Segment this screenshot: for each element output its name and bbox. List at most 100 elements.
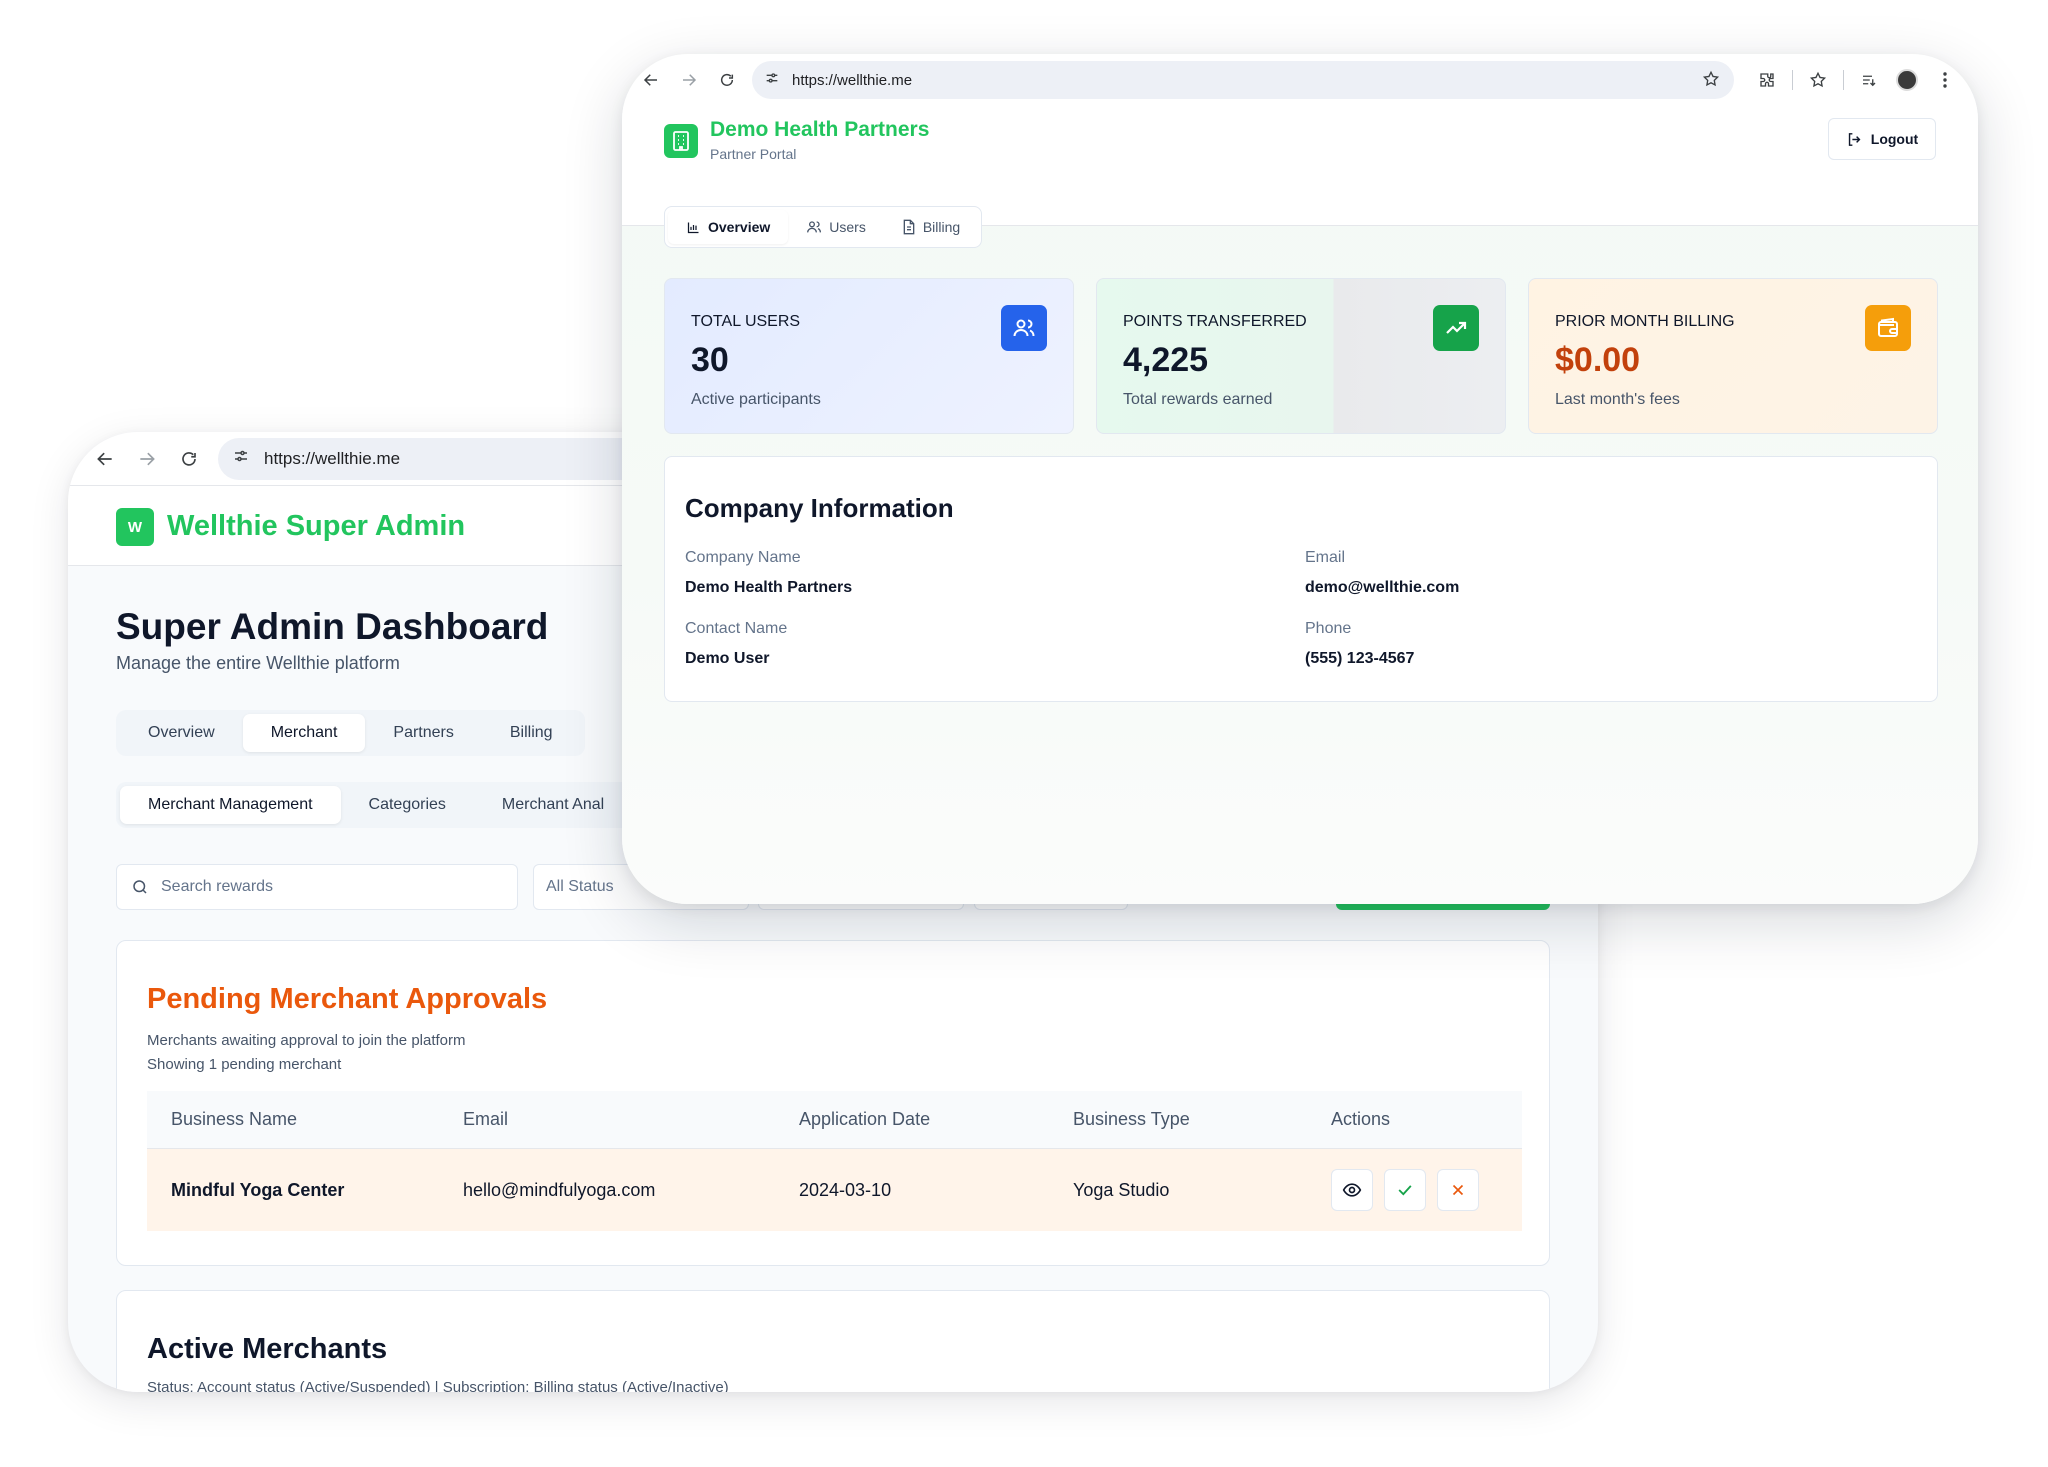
stat-card-points-transferred: POINTS TRANSFERRED 4,225 Total rewards e… xyxy=(1096,278,1506,434)
forward-icon[interactable] xyxy=(126,438,168,480)
close-icon xyxy=(1452,1184,1464,1196)
tab-label: Billing xyxy=(922,219,961,235)
stat-note: Last month's fees xyxy=(1555,391,1680,408)
column-header: Actions xyxy=(1331,1109,1391,1129)
reload-icon[interactable] xyxy=(168,438,210,480)
email-value: demo@wellthie.com xyxy=(1305,579,1460,596)
tab-overview[interactable]: Overview xyxy=(668,210,789,244)
logout-label: Logout xyxy=(1870,131,1919,147)
pending-title: Pending Merchant Approvals xyxy=(147,983,548,1015)
pending-approvals-card: Pending Merchant Approvals Merchants awa… xyxy=(116,940,1550,1266)
stat-note: Active participants xyxy=(691,391,821,408)
tab-merchant-management[interactable]: Merchant Management xyxy=(120,786,341,824)
search-input[interactable]: Search rewards xyxy=(116,864,518,910)
phone-label: Phone xyxy=(1305,620,1352,637)
tab-merchant[interactable]: Merchant xyxy=(242,714,366,752)
pending-table: Business Name Email Application Date Bus… xyxy=(147,1091,1522,1231)
business-type-cell: Yoga Studio xyxy=(1073,1179,1170,1200)
column-header: Business Name xyxy=(171,1109,298,1129)
view-button[interactable] xyxy=(1331,1169,1373,1211)
active-merchants-card: Active Merchants Status: Account status … xyxy=(116,1290,1550,1392)
tab-billing[interactable]: Billing xyxy=(482,714,581,752)
stat-label: POINTS TRANSFERRED xyxy=(1123,313,1307,330)
trending-up-icon xyxy=(1433,305,1479,351)
tab-billing[interactable]: Billing xyxy=(884,210,978,244)
contact-name-label: Contact Name xyxy=(685,620,788,637)
tab-merchant-analytics[interactable]: Merchant Anal xyxy=(474,786,632,824)
tab-overview[interactable]: Overview xyxy=(120,714,243,752)
column-header: Application Date xyxy=(799,1109,931,1129)
stat-value: 4,225 xyxy=(1123,341,1209,379)
tab-partners[interactable]: Partners xyxy=(365,714,481,752)
bookmark-star-icon[interactable] xyxy=(1702,70,1720,92)
stat-label: TOTAL USERS xyxy=(691,313,801,330)
wallet-icon xyxy=(1865,305,1911,351)
eye-icon xyxy=(1342,1183,1362,1197)
bar-chart-icon xyxy=(687,222,699,233)
reload-icon[interactable] xyxy=(708,61,746,99)
bookmarks-icon[interactable] xyxy=(1799,61,1837,99)
status-filter-value: All Status xyxy=(546,878,614,895)
stat-value: $0.00 xyxy=(1555,341,1641,379)
admin-main-tabs: Overview Merchant Partners Billing xyxy=(116,710,585,756)
logout-icon xyxy=(1848,132,1861,146)
approve-button[interactable] xyxy=(1384,1169,1427,1211)
back-icon[interactable] xyxy=(632,61,670,99)
company-information-card: Company Information Company Name Demo He… xyxy=(664,456,1938,702)
company-name-value: Demo Health Partners xyxy=(685,579,853,596)
profile-avatar[interactable] xyxy=(1888,61,1926,99)
email-label: Email xyxy=(1305,549,1346,566)
company-info-title: Company Information xyxy=(685,493,954,523)
pending-count: Showing 1 pending merchant xyxy=(147,1056,342,1073)
stat-value: 30 xyxy=(691,341,729,379)
logout-button[interactable]: Logout xyxy=(1828,118,1936,160)
company-name-label: Company Name xyxy=(685,549,801,566)
building-icon xyxy=(664,124,698,158)
stat-card-total-users: TOTAL USERS 30 Active participants xyxy=(664,278,1074,434)
url-text: https://wellthie.me xyxy=(792,71,913,89)
actions-cell xyxy=(1331,1169,1522,1211)
toolbar-divider xyxy=(1792,70,1793,90)
toolbar-divider xyxy=(1843,70,1844,90)
partner-subtitle: Partner Portal xyxy=(710,146,797,162)
wellthie-logo: W xyxy=(116,508,154,546)
users-icon xyxy=(807,221,822,233)
pending-description: Merchants awaiting approval to join the … xyxy=(147,1032,466,1049)
table-header: Business Name Email Application Date Bus… xyxy=(147,1091,1522,1149)
table-row: Mindful Yoga Center hello@mindfulyoga.co… xyxy=(147,1149,1522,1231)
stat-card-prior-month-billing: PRIOR MONTH BILLING $0.00 Last month's f… xyxy=(1528,278,1938,434)
business-name-cell: Mindful Yoga Center xyxy=(171,1179,345,1200)
site-settings-icon[interactable] xyxy=(232,447,250,470)
url-text: https://wellthie.me xyxy=(264,448,401,468)
back-icon[interactable] xyxy=(84,438,126,480)
site-settings-icon[interactable] xyxy=(764,70,780,90)
reject-button[interactable] xyxy=(1437,1169,1480,1211)
admin-brand-name: Wellthie Super Admin xyxy=(167,510,466,542)
merchant-sub-tabs: Merchant Management Categories Merchant … xyxy=(116,782,676,828)
contact-name-value: Demo User xyxy=(685,650,770,667)
page-title: Super Admin Dashboard xyxy=(116,606,549,647)
active-merchants-title: Active Merchants xyxy=(147,1333,388,1365)
page-subtitle: Manage the entire Wellthie platform xyxy=(116,653,400,673)
column-header: Email xyxy=(463,1109,509,1129)
browser-toolbar: https://wellthie.me xyxy=(622,54,1978,106)
stat-note: Total rewards earned xyxy=(1123,391,1273,408)
tab-users[interactable]: Users xyxy=(788,210,884,244)
partner-portal-browser-window: https://wellthie.me Demo Health Partners… xyxy=(622,54,1978,904)
address-bar[interactable]: https://wellthie.me xyxy=(752,61,1734,99)
tab-label: Users xyxy=(829,219,866,235)
forward-icon[interactable] xyxy=(670,61,708,99)
document-icon xyxy=(903,219,915,235)
column-header: Business Type xyxy=(1073,1109,1190,1129)
partner-brand-name: Demo Health Partners xyxy=(710,118,930,141)
extensions-icon[interactable] xyxy=(1748,61,1786,99)
reading-list-icon[interactable] xyxy=(1850,61,1888,99)
more-menu-icon[interactable] xyxy=(1926,61,1964,99)
phone-value: (555) 123-4567 xyxy=(1305,650,1415,667)
email-cell: hello@mindfulyoga.com xyxy=(463,1179,656,1200)
active-merchants-description: Status: Account status (Active/Suspended… xyxy=(147,1379,729,1392)
tab-categories[interactable]: Categories xyxy=(341,786,474,824)
check-icon xyxy=(1398,1185,1412,1196)
partner-tabs: Overview Users Billing xyxy=(664,206,983,248)
application-date-cell: 2024-03-10 xyxy=(799,1179,892,1200)
